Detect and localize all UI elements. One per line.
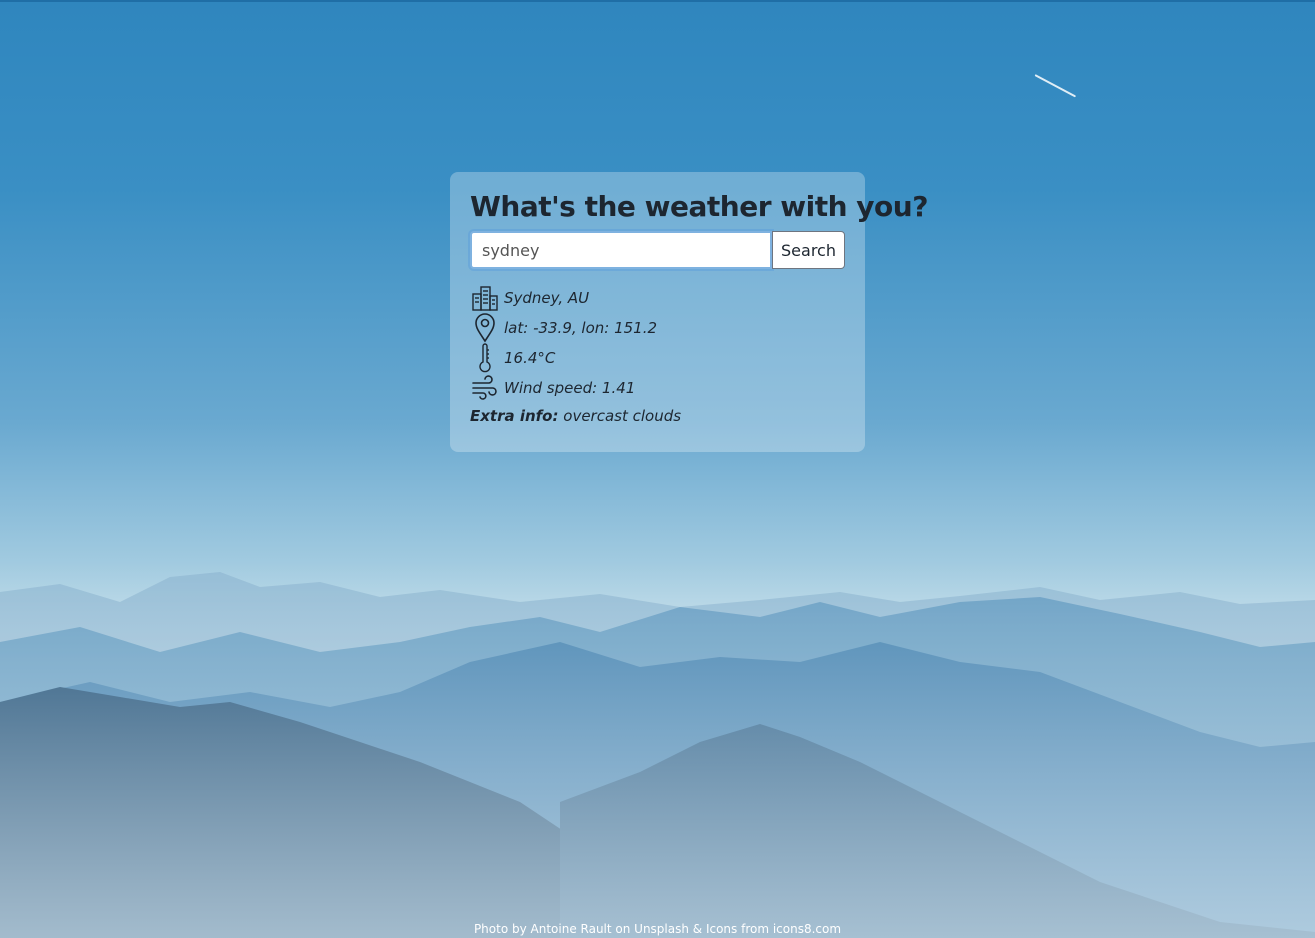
page-title: What's the weather with you? — [470, 190, 928, 223]
extra-info-label: Extra info: — [470, 407, 559, 425]
search-bar: Search — [470, 231, 845, 269]
wind-icon — [470, 373, 500, 403]
city-buildings-icon — [470, 283, 500, 313]
extra-info-value: overcast clouds — [563, 407, 682, 425]
search-button[interactable]: Search — [772, 231, 845, 269]
temperature-text: 16.4°C — [504, 349, 556, 367]
thermometer-icon — [470, 343, 500, 373]
coordinates-row: lat: -33.9, lon: 151.2 — [470, 313, 845, 343]
location-text: Sydney, AU — [504, 289, 590, 307]
wind-row: Wind speed: 1.41 — [470, 373, 845, 403]
temperature-row: 16.4°C — [470, 343, 845, 373]
background-photo: What's the weather with you? Search — [0, 0, 1315, 938]
wind-text: Wind speed: 1.41 — [504, 379, 636, 397]
search-input[interactable] — [470, 231, 772, 269]
weather-card: What's the weather with you? Search — [450, 172, 928, 452]
extra-info: Extra info: overcast clouds — [470, 407, 845, 425]
map-pin-icon — [470, 313, 500, 343]
coordinates-text: lat: -33.9, lon: 151.2 — [504, 319, 658, 337]
location-row: Sydney, AU — [470, 283, 845, 313]
photo-credit: Photo by Antoine Rault on Unsplash & Ico… — [473, 922, 842, 936]
mountain-landscape — [0, 562, 1315, 938]
